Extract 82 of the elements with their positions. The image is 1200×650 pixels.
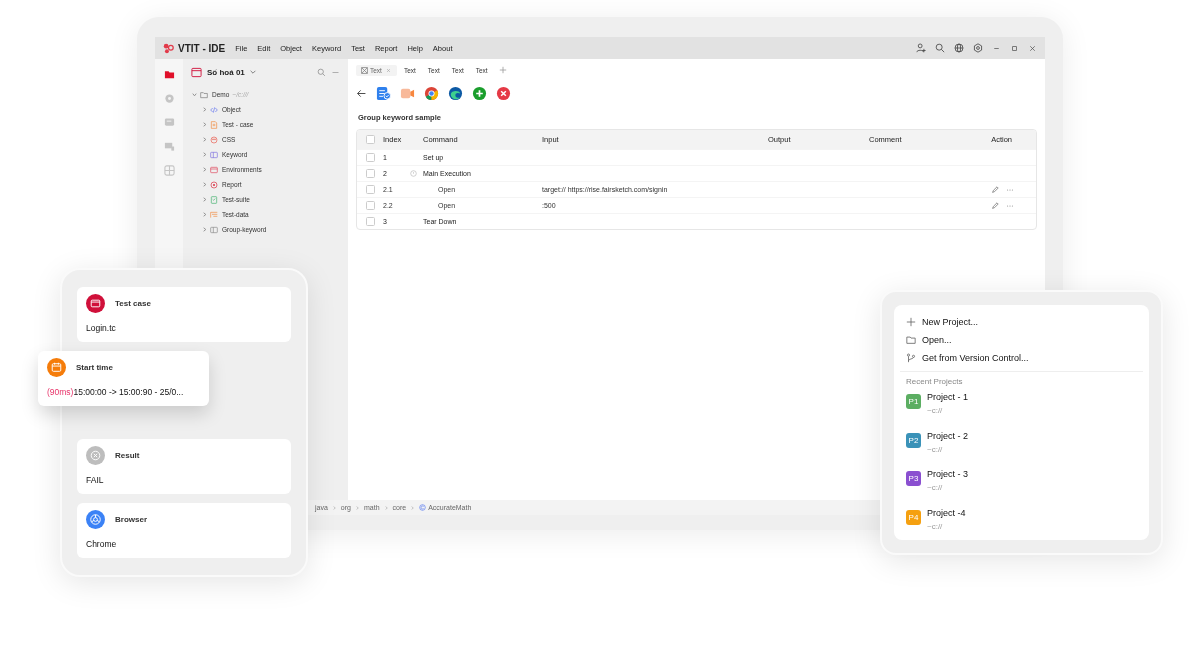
project-path: ~c:// — [927, 483, 944, 492]
card-value: Chrome — [86, 539, 118, 549]
cross-icon — [86, 446, 105, 465]
chevron-icon — [410, 504, 416, 511]
maximize-icon[interactable] — [1010, 43, 1019, 53]
project-selector[interactable]: Số hoá 01 — [207, 67, 257, 77]
project-badge: P3 — [906, 471, 921, 486]
card-value: Login.tc — [86, 323, 117, 333]
checkbox[interactable] — [365, 135, 375, 144]
recent-project[interactable]: P3 Project - 3 ~c:// — [906, 469, 968, 508]
folder-icon — [200, 90, 208, 99]
panel-icon — [210, 150, 218, 159]
document-icon — [210, 120, 218, 129]
code-icon — [210, 105, 218, 114]
project-badge: P4 — [906, 509, 921, 525]
chevron-icon — [354, 504, 360, 511]
card-label: Browser — [115, 515, 147, 524]
search-icon[interactable] — [317, 67, 326, 77]
clock-icon — [410, 170, 417, 177]
checkbox[interactable] — [365, 201, 375, 210]
delete-icon[interactable] — [496, 85, 511, 101]
devices-icon[interactable] — [163, 141, 175, 152]
checkbox[interactable] — [365, 217, 375, 226]
checkbox[interactable] — [365, 169, 375, 178]
back-arrow-icon[interactable] — [356, 87, 367, 99]
table-icon — [210, 210, 218, 219]
project-path: ~c:// — [927, 406, 944, 415]
chevron-icon — [331, 504, 337, 511]
checkbox[interactable] — [365, 185, 375, 194]
wave-browser-icon[interactable] — [448, 85, 463, 101]
recent-project[interactable]: P4 Project -4 ~c:// — [906, 507, 966, 546]
project-path: ~c:// — [927, 444, 944, 454]
app-name: VTIT - IDE — [178, 42, 226, 54]
aperture-icon — [86, 510, 105, 529]
recent-project[interactable]: P1 Project - 1 ~c:// — [906, 392, 968, 431]
folder-icon[interactable] — [163, 69, 175, 80]
checkbox[interactable] — [365, 153, 375, 162]
grid-icon — [361, 66, 368, 74]
close-icon[interactable] — [1028, 43, 1037, 53]
folder-icon — [906, 335, 916, 345]
checklist-icon — [210, 195, 218, 204]
project-name: Project - 3 — [927, 469, 968, 479]
add-icon[interactable] — [472, 85, 487, 101]
chevron-icon — [383, 504, 389, 511]
card-label: Result — [115, 451, 140, 460]
add-user-icon[interactable] — [916, 43, 926, 53]
card-label: Start time — [76, 363, 113, 372]
menu-item[interactable]: Get from Version Control... — [906, 349, 1029, 367]
plus-icon — [906, 317, 916, 327]
card-value: (90ms)15:00:00 -> 15:00:90 - 25/0... — [47, 387, 185, 397]
calendar-icon — [47, 358, 66, 377]
panel-icon — [210, 225, 218, 234]
menu-item[interactable]: Open... — [906, 331, 952, 349]
plus-icon[interactable] — [498, 66, 507, 74]
window-icon — [210, 165, 218, 174]
project-name: Project - 1 — [927, 392, 968, 402]
branch-icon — [906, 353, 916, 363]
settings-icon[interactable] — [973, 43, 983, 53]
palette-icon — [210, 135, 218, 144]
card-label: Test case — [115, 299, 151, 308]
close-icon[interactable] — [384, 66, 392, 74]
document-icon[interactable] — [376, 85, 391, 101]
search-icon[interactable] — [935, 43, 945, 53]
chat-icon[interactable] — [163, 117, 175, 128]
card-value: FAIL — [86, 475, 105, 485]
grid-icon[interactable] — [163, 165, 175, 176]
project-name: Project - 2 — [927, 430, 968, 441]
project-badge: P2 — [906, 432, 921, 448]
menu-item[interactable]: New Project... — [906, 313, 979, 331]
project-name: Project -4 — [927, 507, 966, 518]
target-icon — [210, 180, 218, 189]
project-icon — [191, 66, 202, 78]
browser-icon[interactable] — [424, 85, 439, 101]
window-icon — [86, 294, 105, 313]
logo-icon — [163, 42, 174, 54]
recent-project[interactable]: P2 Project - 2 ~c:// — [906, 430, 968, 469]
project-path: ~c:// — [927, 521, 944, 531]
globe-icon[interactable] — [954, 43, 964, 53]
class-icon — [419, 504, 427, 511]
project-badge: P1 — [906, 394, 921, 409]
section-title: Recent Projects — [906, 377, 964, 386]
chevron-icon — [248, 68, 257, 76]
